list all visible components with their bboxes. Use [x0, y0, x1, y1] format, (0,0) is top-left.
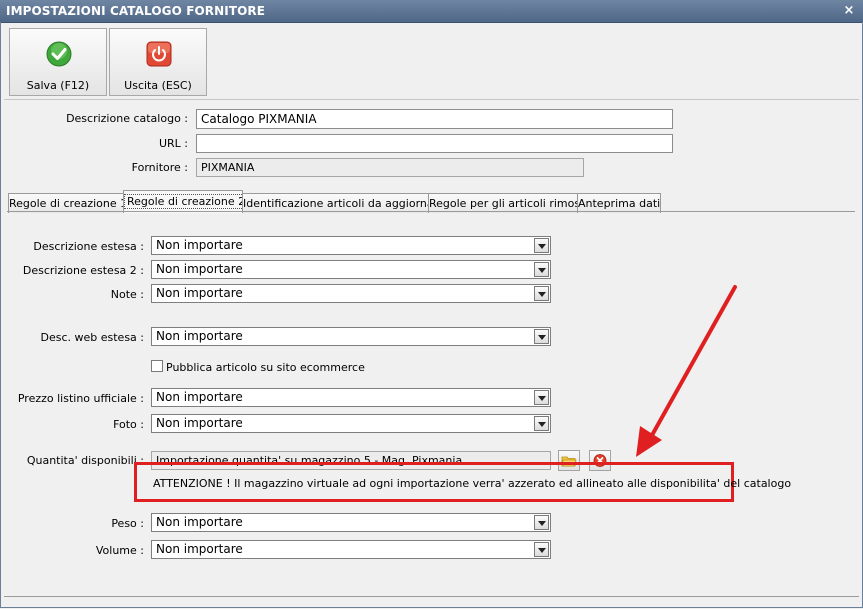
- fornitore-label: Fornitore :: [131, 161, 188, 174]
- select-value: Non importare: [156, 542, 243, 556]
- window-title: IMPOSTAZIONI CATALOGO FORNITORE: [6, 4, 266, 18]
- peso-select[interactable]: Non importare: [151, 513, 551, 532]
- tab-regole-creazione-1[interactable]: Regole di creazione 1: [8, 193, 128, 213]
- descrizione-estesa-select[interactable]: Non importare: [151, 236, 551, 255]
- tab-regole-creazione-2[interactable]: Regole di creazione 2: [123, 190, 249, 213]
- url-input[interactable]: [196, 134, 673, 153]
- chevron-down-icon[interactable]: [534, 238, 549, 253]
- tab-label: Regole per gli articoli rimossi: [429, 197, 589, 210]
- chevron-down-icon[interactable]: [534, 390, 549, 405]
- pubblica-ecommerce-checkbox[interactable]: [151, 360, 163, 372]
- select-value: Non importare: [156, 416, 243, 430]
- url-label: URL :: [158, 137, 188, 150]
- select-value: Non importare: [156, 515, 243, 529]
- chevron-down-icon[interactable]: [534, 515, 549, 530]
- bottom-separator: [4, 596, 859, 597]
- chevron-down-icon[interactable]: [534, 286, 549, 301]
- warning-message: ATTENZIONE ! Il magazzino virtuale ad og…: [153, 477, 792, 490]
- exit-button[interactable]: Uscita (ESC): [109, 28, 207, 96]
- close-icon[interactable]: ×: [841, 3, 857, 19]
- select-value: Non importare: [156, 238, 243, 252]
- foto-label: Foto :: [113, 418, 144, 431]
- pubblica-ecommerce-label: Pubblica articolo su sito ecommerce: [166, 361, 365, 374]
- chevron-down-icon[interactable]: [534, 542, 549, 557]
- volume-select[interactable]: Non importare: [151, 540, 551, 559]
- power-icon: [146, 41, 172, 67]
- foto-select[interactable]: Non importare: [151, 414, 551, 433]
- window-titlebar: IMPOSTAZIONI CATALOGO FORNITORE ×: [0, 0, 863, 23]
- descrizione-estesa-2-select[interactable]: Non importare: [151, 260, 551, 279]
- select-value: Non importare: [156, 390, 243, 404]
- exit-button-label: Uscita (ESC): [124, 79, 192, 92]
- chevron-down-icon[interactable]: [534, 262, 549, 277]
- select-value: Non importare: [156, 329, 243, 343]
- tab-identificazione-articoli[interactable]: Identificazione articoli da aggiornare: [242, 193, 445, 213]
- select-value: Non importare: [156, 262, 243, 276]
- save-button-label: Salva (F12): [26, 79, 90, 92]
- fornitore-input: PIXMANIA: [196, 158, 584, 177]
- tab-label: Regole di creazione 1: [9, 197, 128, 210]
- descrizione-estesa-label: Descrizione estesa :: [33, 240, 144, 253]
- select-value: Non importare: [156, 286, 243, 300]
- tab-label: Identificazione articoli da aggiornare: [243, 197, 445, 210]
- descrizione-catalogo-input[interactable]: Catalogo PIXMANIA: [196, 109, 673, 129]
- chevron-down-icon[interactable]: [534, 329, 549, 344]
- desc-web-estesa-select[interactable]: Non importare: [151, 327, 551, 346]
- descrizione-estesa-2-label: Descrizione estesa 2 :: [22, 264, 144, 277]
- prezzo-listino-label: Prezzo listino ufficiale :: [17, 392, 144, 405]
- chevron-down-icon[interactable]: [534, 416, 549, 431]
- tab-anteprima-dati[interactable]: Anteprima dati: [577, 193, 661, 213]
- tab-label: Regole di creazione 2: [124, 194, 249, 209]
- volume-label: Volume :: [95, 544, 144, 557]
- prezzo-listino-select[interactable]: Non importare: [151, 388, 551, 407]
- quantita-disponibili-label: Quantita' disponibili :: [26, 454, 144, 467]
- descrizione-catalogo-label: Descrizione catalogo :: [66, 112, 188, 125]
- toolbar-separator: [4, 99, 859, 100]
- save-button[interactable]: Salva (F12): [9, 28, 107, 96]
- desc-web-estesa-label: Desc. web estesa :: [40, 331, 144, 344]
- tab-label: Anteprima dati: [578, 197, 661, 210]
- peso-label: Peso :: [111, 517, 144, 530]
- note-select[interactable]: Non importare: [151, 284, 551, 303]
- note-label: Note :: [110, 288, 144, 301]
- tab-regole-articoli-rimossi[interactable]: Regole per gli articoli rimossi: [428, 193, 589, 213]
- check-icon: [46, 41, 72, 67]
